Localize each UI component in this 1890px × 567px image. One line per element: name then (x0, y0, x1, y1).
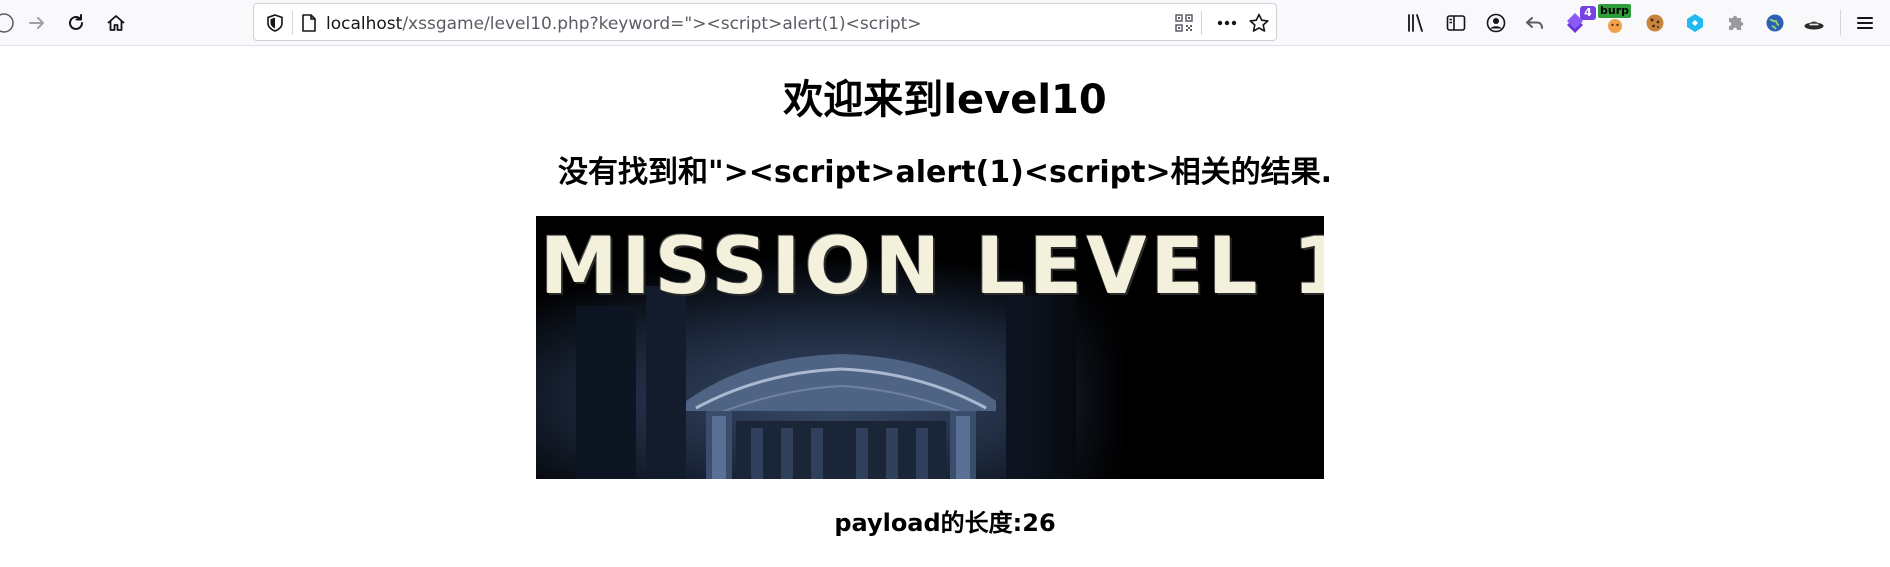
hamburger-menu-icon (1857, 17, 1873, 29)
payload-length-text: payload的长度:26 (834, 509, 1056, 537)
browser-toolbar: localhost/xssgame/level10.php?keyword=">… (0, 0, 1890, 46)
blue-extension-icon (1687, 14, 1703, 32)
url-separator (1201, 11, 1202, 35)
burp-badge: burp (1598, 4, 1632, 18)
globe-extension-button[interactable] (1760, 8, 1790, 38)
globe-icon (1766, 14, 1784, 32)
search-result-message: 没有找到和"><script>alert(1)<script>相关的结果. (557, 155, 1333, 190)
burp-extension-button[interactable]: burp (1598, 4, 1632, 38)
library-button[interactable] (1401, 8, 1431, 38)
hat-icon (1804, 21, 1824, 30)
cookie-extension-button[interactable] (1640, 8, 1670, 38)
qr-code-icon[interactable] (1173, 12, 1195, 34)
library-icon (1408, 14, 1423, 32)
sidebar-icon (1446, 15, 1466, 31)
menu-button[interactable] (1850, 8, 1880, 38)
toolbar-divider (1840, 10, 1841, 36)
reload-button[interactable] (61, 8, 91, 38)
url-separator (292, 11, 293, 35)
undo-button[interactable] (1520, 8, 1550, 38)
mission-level-banner-image: MISSION LEVEL 10 (536, 216, 1324, 479)
url-bar[interactable]: localhost/xssgame/level10.php?keyword=">… (253, 3, 1277, 41)
forward-arrow-icon (29, 17, 44, 29)
undo-icon (1526, 17, 1543, 29)
page-info-icon[interactable] (298, 12, 320, 34)
extension-badge: 4 (1580, 6, 1596, 20)
puzzle-icon (1729, 15, 1744, 30)
hat-extension-button[interactable] (1799, 8, 1829, 38)
back-arrow-icon (0, 13, 14, 33)
home-button[interactable] (101, 8, 131, 38)
blue-extension-button[interactable] (1680, 8, 1710, 38)
bookmark-star-icon[interactable] (1247, 12, 1271, 34)
back-button[interactable] (0, 8, 24, 38)
url-host: localhost (326, 14, 403, 34)
banner-title-text: MISSION LEVEL 10 (540, 222, 1324, 312)
tracking-shield-icon[interactable] (264, 12, 286, 34)
page-actions-more-icon[interactable] (1212, 12, 1242, 34)
reload-icon (69, 14, 83, 30)
extension-purple-button[interactable]: 4 (1560, 6, 1596, 38)
url-path: /xssgame/level10.php?keyword="><script>a… (402, 14, 922, 34)
account-button[interactable] (1481, 8, 1511, 38)
account-icon (1486, 13, 1506, 33)
forward-button[interactable] (22, 8, 52, 38)
page-title: 欢迎来到level10 (783, 77, 1107, 123)
url-text[interactable]: localhost/xssgame/level10.php?keyword=">… (326, 13, 922, 35)
cookie-icon (1646, 14, 1664, 32)
home-icon (107, 15, 125, 31)
puzzle-extension-button[interactable] (1720, 8, 1750, 38)
sidebar-button[interactable] (1441, 8, 1471, 38)
